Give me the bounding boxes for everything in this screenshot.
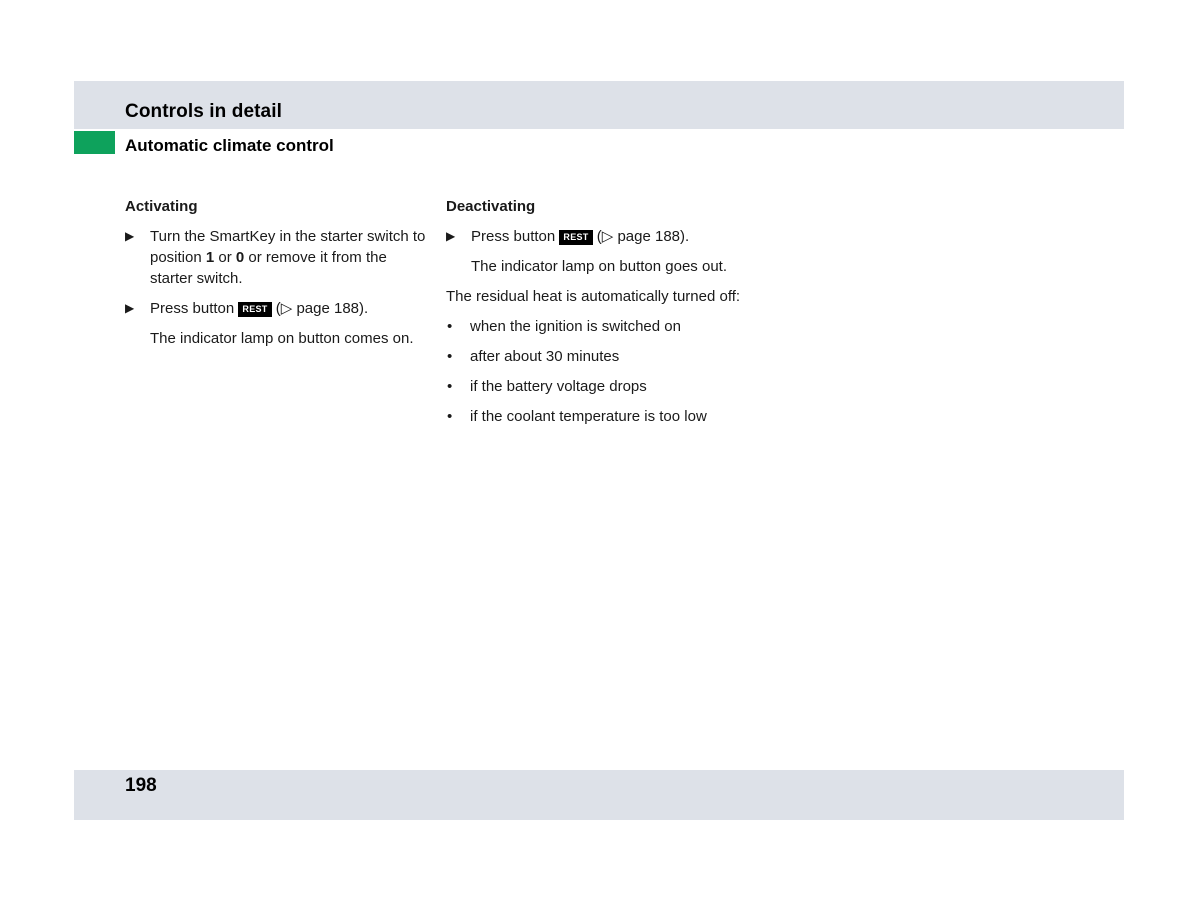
position-1: 1 [205,249,215,266]
activating-step-1: ▶ Turn the SmartKey in the starter switc… [125,228,426,287]
page-reference-link[interactable]: (▷ page 188). [593,228,689,245]
subsection-title: Automatic climate control [125,136,334,155]
step-arrow-icon: ▶ [125,301,135,315]
step-arrow-icon: ▶ [446,229,456,243]
deactivating-step-1: ▶ Press button REST (▷ page 188). [446,228,690,245]
bullet-icon: • [447,378,453,395]
deactivating-heading: Deactivating [446,198,536,215]
bullet-icon: • [447,408,453,425]
bullet-icon: • [447,348,453,365]
condition-item: • after about 30 minutes [447,348,620,365]
page-number: 198 [125,775,157,796]
section-title: Controls in detail [125,101,282,122]
activating-step-2: ▶ Press button REST (▷ page 188). [125,300,369,317]
footer-band [74,770,1124,820]
residual-heat-intro: The residual heat is automatically turne… [446,288,741,305]
bullet-icon: • [447,318,453,335]
step-arrow-icon: ▶ [125,229,135,243]
rest-button-icon: REST [238,302,272,317]
condition-item: • if the battery voltage drops [447,378,647,395]
activating-column: Activating ▶ Turn the SmartKey in the st… [125,196,430,358]
condition-item: • when the ignition is switched on [447,318,681,335]
position-0: 0 [235,249,245,266]
deactivating-result: The indicator lamp on button goes out. [471,258,727,275]
activating-result: The indicator lamp on button comes on. [150,330,414,347]
deactivating-column: Deactivating ▶ Press button REST (▷ page… [446,196,756,436]
activating-heading: Activating [125,198,198,215]
condition-item: • if the coolant temperature is too low [447,408,707,425]
section-accent-tab [74,131,115,154]
rest-button-icon: REST [559,230,593,245]
page-reference-link[interactable]: (▷ page 188). [272,300,368,317]
